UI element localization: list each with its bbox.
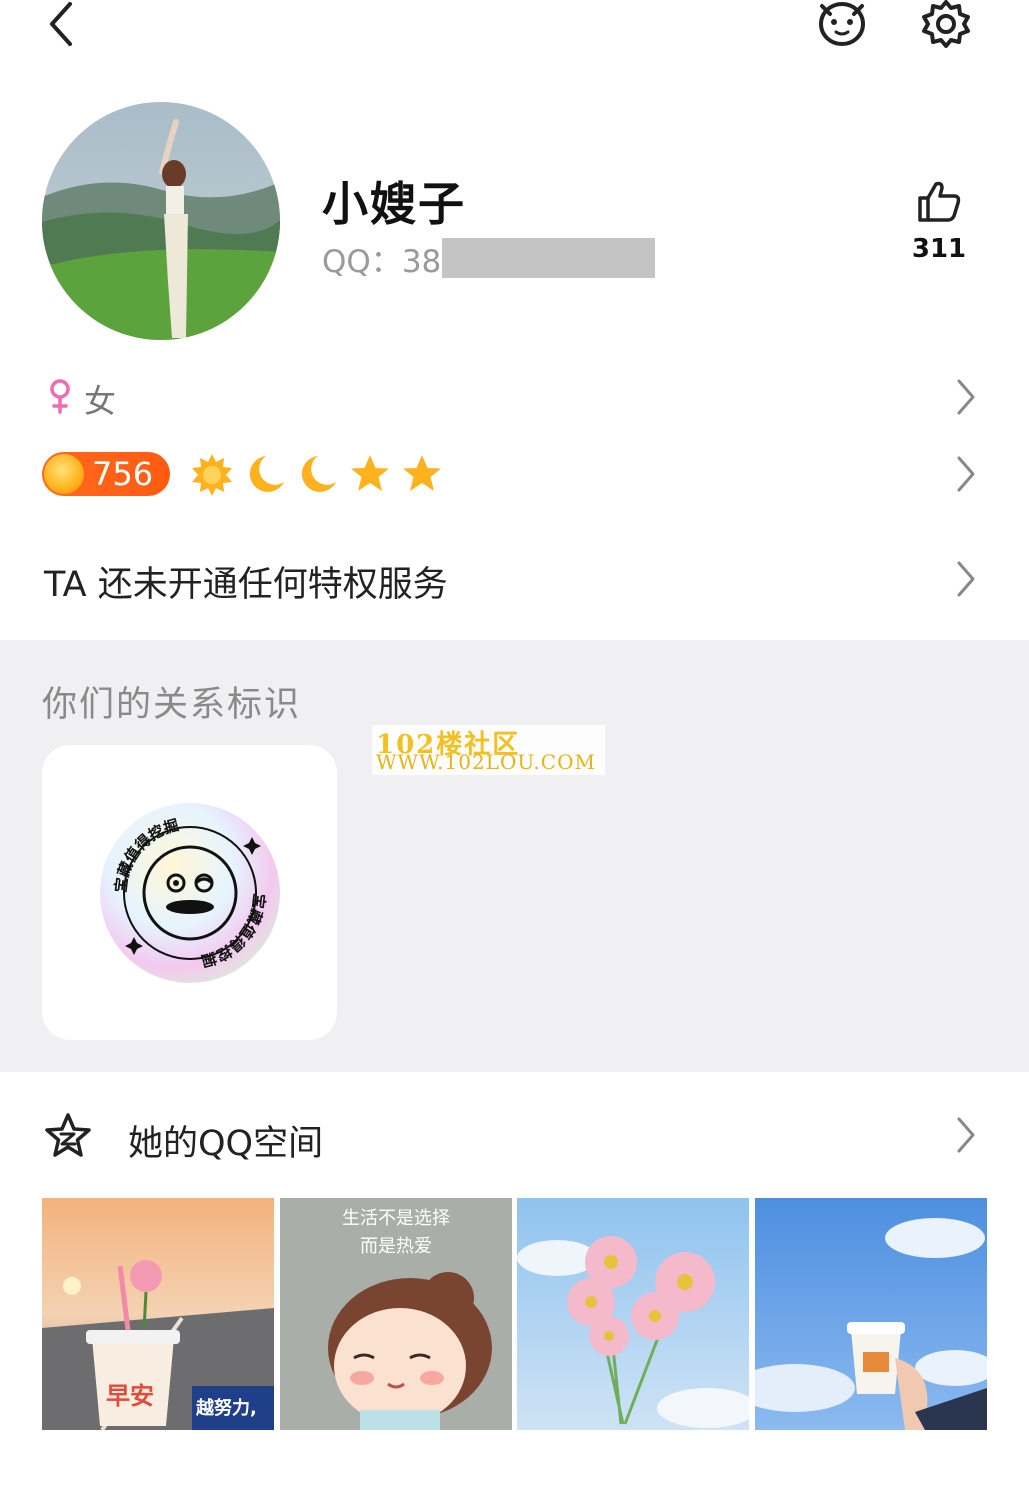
qzone-photo-2[interactable]: 生活不是选择 而是热爱 xyxy=(280,1198,512,1430)
chevron-right-icon[interactable] xyxy=(955,560,977,598)
qzone-title[interactable]: 她的QQ空间 xyxy=(128,1115,323,1166)
level-value: 756 xyxy=(92,455,154,493)
chevron-right-icon[interactable] xyxy=(955,378,977,416)
level-coin-icon xyxy=(44,454,84,494)
relation-badge: 宝藏值得挖掘 宝藏值得挖掘 xyxy=(92,795,288,991)
qq-partial: 38 xyxy=(401,244,442,280)
back-icon[interactable] xyxy=(40,0,84,50)
qzone-photo-4[interactable] xyxy=(755,1198,987,1430)
watermark-line2: WWW.102LOU.COM xyxy=(376,750,596,774)
pet-icon[interactable] xyxy=(812,0,872,50)
gear-icon[interactable] xyxy=(918,0,974,50)
gender-row[interactable] xyxy=(0,370,1029,426)
gender-label: 女 xyxy=(84,382,117,420)
photo-1-caption2: 越努力, xyxy=(195,1397,257,1419)
privilege-text[interactable]: TA 还未开通任何特权服务 xyxy=(44,556,448,607)
nickname: 小嫂子 xyxy=(322,177,466,231)
qzone-star-icon xyxy=(44,1112,92,1160)
qq-number: QQ：38 xyxy=(322,236,441,281)
photo-1-caption: 早安 xyxy=(106,1382,154,1410)
qzone-photo-3[interactable] xyxy=(517,1198,749,1430)
avatar[interactable] xyxy=(42,102,280,340)
sun-icon xyxy=(190,452,234,496)
qq-prefix: QQ： xyxy=(322,244,402,280)
female-icon xyxy=(46,378,74,414)
photo-2-caption2: 而是热爱 xyxy=(360,1236,432,1257)
qzone-photo-1[interactable]: 早安 越努力, xyxy=(42,1198,274,1430)
relation-title: 你们的关系标识 xyxy=(42,685,302,725)
thumbs-up-icon[interactable] xyxy=(916,178,962,224)
qq-redaction xyxy=(442,238,655,278)
chevron-right-icon[interactable] xyxy=(955,455,977,493)
star-icon xyxy=(400,452,444,496)
like-count[interactable]: 311 xyxy=(900,234,978,264)
moon-icon xyxy=(244,452,288,496)
photo-2-caption: 生活不是选择 xyxy=(342,1208,450,1229)
moon-icon xyxy=(296,452,340,496)
chevron-right-icon[interactable] xyxy=(955,1116,977,1154)
star-icon xyxy=(348,452,392,496)
